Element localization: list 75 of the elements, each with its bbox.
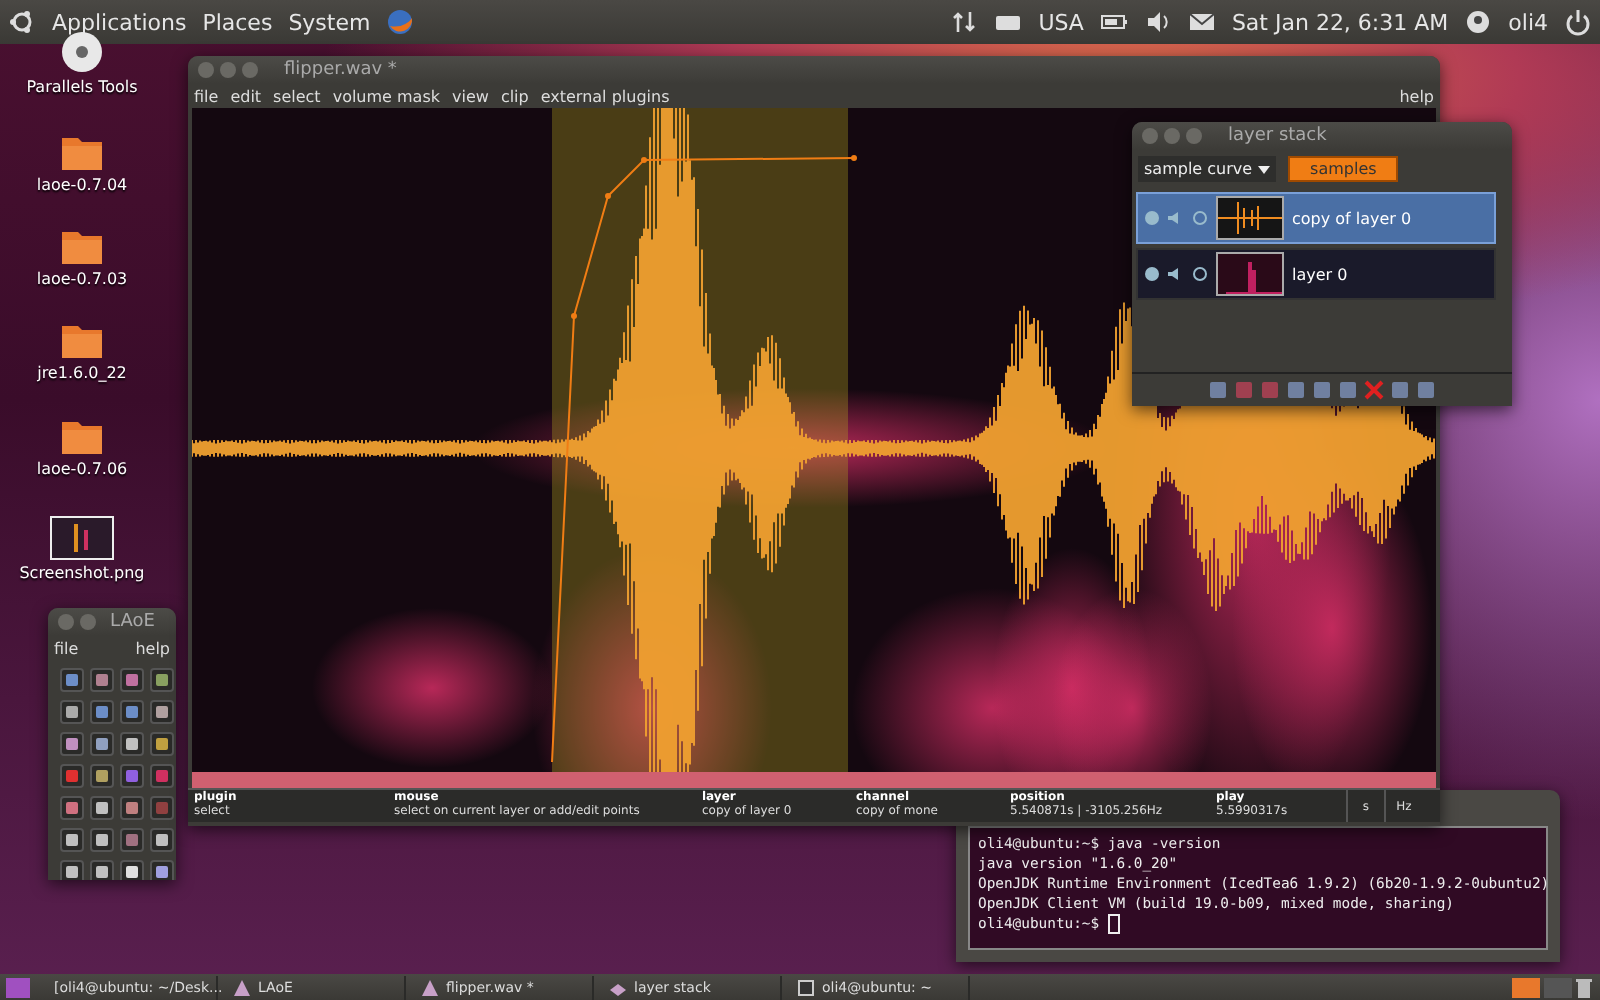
caret-icon [1258,165,1271,173]
power-icon[interactable] [1564,8,1592,36]
keyboard-layout[interactable]: USA [1038,9,1084,35]
menu-item[interactable]: external plugins [540,87,670,105]
window-title: layer stack [1228,126,1327,146]
waveform-thumbnail [1216,196,1284,240]
icon-label[interactable]: jre1.6.0_22 [37,364,127,382]
folder-icon[interactable] [60,416,104,456]
menu-item[interactable]: volume mask [332,87,441,105]
volume-icon[interactable] [1143,8,1172,36]
panel-menu[interactable]: System [288,9,371,35]
layer-row[interactable]: layer 0 [1136,248,1496,300]
menu-item[interactable]: help [1399,87,1434,105]
browser-icon[interactable] [386,8,415,36]
menu-item[interactable]: view [452,87,489,105]
icon-label[interactable]: Parallels Tools [26,78,138,96]
panel-menu[interactable]: Applications [52,9,187,35]
tool-icon[interactable] [120,796,144,820]
layer-name: layer 0 [1292,265,1348,283]
clock[interactable]: Sat Jan 22, 6:31 AM [1231,9,1449,35]
tool-icon[interactable] [60,860,84,880]
user-icon[interactable] [1464,8,1493,36]
mail-icon[interactable] [1187,8,1216,36]
tool-icon[interactable] [90,796,114,820]
tool-icon[interactable] [90,764,114,788]
app-icon [234,979,250,995]
tool-icon[interactable] [120,700,144,724]
tool-icon[interactable] [60,668,84,692]
menu-item[interactable]: clip [500,87,529,105]
folder-icon[interactable] [60,226,104,266]
menu-item[interactable]: file [54,639,79,657]
user-name[interactable]: oli4 [1508,9,1548,35]
tool-icon[interactable] [120,860,144,880]
icon-label[interactable]: laoe-0.7.03 [36,270,128,288]
tool-icon[interactable] [120,732,144,756]
network-arrows-icon[interactable] [950,8,979,36]
tool-icon[interactable] [150,732,174,756]
tool-icon[interactable] [90,828,114,852]
window-title: LAoE [110,612,155,632]
samples-button[interactable]: samples [1288,156,1399,182]
ubuntu-logo-icon[interactable] [8,8,36,36]
tool-icon[interactable] [150,700,174,724]
terminal-icon [798,979,814,995]
folder-icon[interactable] [60,132,104,172]
time-scrollbar[interactable] [192,772,1436,788]
tool-icon[interactable] [60,828,84,852]
tool-icon[interactable] [60,732,84,756]
curve-dropdown[interactable]: sample curve [1138,156,1277,182]
menu-item[interactable]: select [273,87,321,105]
workspace-switcher-icon[interactable] [1512,977,1572,997]
folder-icon[interactable] [60,320,104,360]
panel-menu[interactable]: Places [202,9,273,35]
tool-icon[interactable] [90,732,114,756]
text-cursor [1107,914,1120,934]
tool-icon[interactable] [90,700,114,724]
layer-name: copy of layer 0 [1292,209,1412,227]
tool-icon[interactable] [90,668,114,692]
menu-item[interactable]: help [135,639,170,657]
image-thumbnail-icon[interactable] [50,516,114,560]
trash-icon[interactable] [1576,977,1592,997]
menu-item[interactable]: edit [230,87,262,105]
tool-icon[interactable] [150,828,174,852]
tool-icon[interactable] [90,860,114,880]
icon-label[interactable]: laoe-0.7.06 [36,460,128,478]
icon-label[interactable]: laoe-0.7.04 [36,176,128,194]
menu-item[interactable]: file [194,87,219,105]
app-icon [422,979,438,995]
window-title: flipper.wav * [284,60,397,80]
icon-label[interactable]: Screenshot.png [19,564,145,582]
speaker-icon[interactable] [1168,266,1184,282]
spectrum-thumbnail [1216,252,1284,296]
tool-icon[interactable] [150,668,174,692]
layers-icon [610,979,626,995]
tool-icon[interactable] [60,700,84,724]
tool-icon[interactable] [150,860,174,880]
